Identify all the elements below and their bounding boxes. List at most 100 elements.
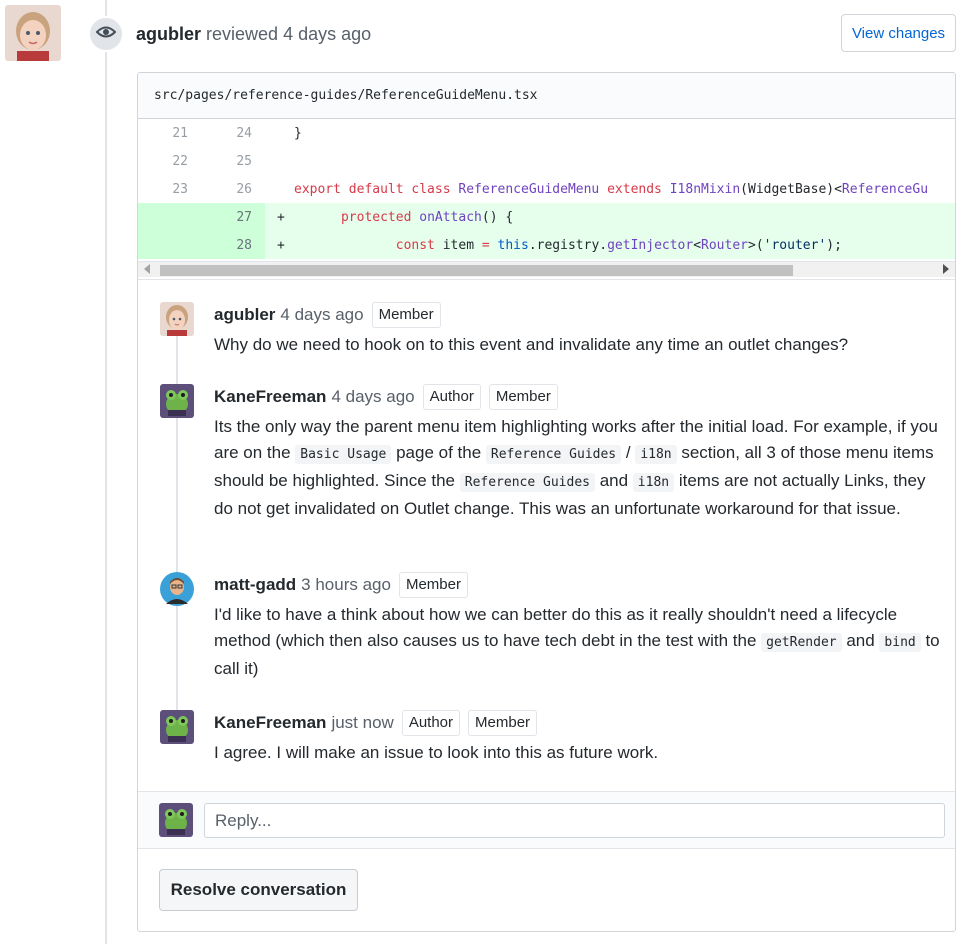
- code-token: <: [693, 237, 702, 253]
- diff-line: 21 24}: [138, 119, 955, 147]
- role-badge: Author: [401, 710, 461, 736]
- inline-code: bind: [879, 633, 921, 652]
- current-user-avatar: [159, 803, 193, 837]
- code-token: onAttach: [419, 209, 482, 225]
- code-token: () {: [481, 209, 514, 225]
- code-token: this: [497, 237, 529, 253]
- comment-header: KaneFreeman just now Author Member: [214, 710, 538, 736]
- role-badge: Author: [422, 384, 481, 410]
- comment-author[interactable]: KaneFreeman: [214, 713, 326, 733]
- comment-body: Why do we need to hook on to this event …: [214, 332, 940, 358]
- comment-text: /: [621, 443, 636, 462]
- comment-text: and: [594, 471, 633, 490]
- inline-code: Basic Usage: [295, 445, 392, 464]
- role-badge: Member: [398, 572, 468, 598]
- new-line-number[interactable]: 28: [202, 238, 252, 253]
- old-line-number[interactable]: 22: [138, 154, 188, 169]
- comment-body: I'd like to have a think about how we ca…: [214, 602, 940, 682]
- role-badge: Member: [468, 710, 538, 736]
- review-time[interactable]: 4 days ago: [283, 24, 371, 44]
- diff-rows: 21 24} 22 25 23 26 export default class Refere…: [138, 119, 955, 259]
- code-token: }: [294, 125, 302, 141]
- role-badge: Member: [371, 302, 441, 328]
- view-changes-button[interactable]: View changes: [841, 14, 956, 52]
- new-line-number[interactable]: 25: [202, 154, 252, 169]
- code-token: export default class: [294, 181, 459, 197]
- new-line-number[interactable]: 24: [202, 126, 252, 141]
- scrollbar-thumb[interactable]: [160, 265, 793, 276]
- comment-time[interactable]: 4 days ago: [331, 387, 414, 407]
- scroll-right-icon[interactable]: [943, 264, 949, 274]
- comment-header: matt-gadd 3 hours ago Member: [214, 572, 468, 598]
- new-line-number[interactable]: 27: [202, 210, 252, 225]
- comment-text: page of the: [391, 443, 486, 462]
- file-header: src/pages/reference-guides/ReferenceGuid…: [138, 73, 955, 119]
- diff-marker: +: [277, 237, 285, 253]
- diff-line: 23 26 export default class ReferenceGuideM…: [138, 175, 955, 203]
- resolve-conversation-button[interactable]: Resolve conversation: [159, 869, 358, 911]
- old-line-number[interactable]: 23: [138, 182, 188, 197]
- review-action: reviewed: [206, 24, 279, 44]
- code-token: ReferenceGu: [841, 181, 929, 197]
- comment-header: agubler 4 days ago Member: [214, 302, 441, 328]
- comment-text: I agree. I will make an issue to look in…: [214, 743, 659, 762]
- comment-avatar[interactable]: [160, 302, 194, 336]
- code-token: protected: [340, 209, 420, 225]
- comment-list: agubler 4 days ago Member Why do we need to…: [138, 279, 955, 793]
- code-token: Router: [701, 237, 748, 253]
- new-line-number[interactable]: 26: [202, 182, 252, 197]
- review-thread: src/pages/reference-guides/ReferenceGuid…: [137, 72, 956, 932]
- comment-text: and: [841, 631, 880, 650]
- code-token: getInjector: [607, 237, 694, 253]
- code-token: item: [442, 237, 482, 253]
- comment-avatar[interactable]: [160, 384, 194, 418]
- code-token: const: [395, 237, 443, 253]
- inline-code: i18n: [635, 445, 677, 464]
- review-author[interactable]: agubler: [136, 24, 201, 44]
- comment-text: Why do we need to hook on to this event …: [214, 335, 849, 354]
- code-text: export default class ReferenceGuideMenu …: [294, 182, 928, 197]
- code-token: (WidgetBase)<: [740, 181, 842, 197]
- comment-header: KaneFreeman 4 days ago Author Member: [214, 384, 558, 410]
- code-text: }: [294, 126, 302, 141]
- inline-code: i18n: [632, 473, 675, 492]
- comment-avatar[interactable]: [160, 710, 194, 744]
- inline-code: getRender: [761, 633, 842, 652]
- comment-body: I agree. I will make an issue to look in…: [214, 740, 940, 766]
- comment-avatar[interactable]: [160, 572, 194, 606]
- inline-code: Reference Guides: [485, 445, 622, 464]
- diff-line-added: 27 + protected onAttach() {: [138, 203, 955, 231]
- comment-thread-line: [176, 320, 178, 740]
- code-token: ReferenceGuideMenu: [458, 181, 600, 197]
- inline-code: Reference Guides: [459, 473, 595, 492]
- diff-line-added: 28 + const item = this.registry.getInject…: [138, 231, 955, 259]
- code-token: >(: [748, 237, 764, 253]
- horizontal-scrollbar[interactable]: [138, 261, 955, 277]
- code-text: protected onAttach() {: [294, 210, 513, 225]
- diff-marker: +: [277, 209, 285, 225]
- timeline-line: [105, 0, 107, 944]
- old-line-number[interactable]: 21: [138, 126, 188, 141]
- code-token: 'router': [763, 237, 827, 253]
- scroll-left-icon[interactable]: [144, 264, 150, 274]
- file-path[interactable]: src/pages/reference-guides/ReferenceGuid…: [154, 88, 538, 103]
- comment-body: Its the only way the parent menu item hi…: [214, 414, 940, 522]
- reviewer-avatar[interactable]: [5, 5, 61, 61]
- comment-author[interactable]: KaneFreeman: [214, 387, 326, 407]
- reply-input[interactable]: [204, 803, 945, 838]
- code-token: .registry.: [528, 237, 608, 253]
- code-token: =: [481, 237, 498, 253]
- comment-time[interactable]: 4 days ago: [280, 305, 363, 325]
- diff-view: 21 24} 22 25 23 26 export default class Refere…: [138, 119, 955, 279]
- role-badge: Member: [488, 384, 558, 410]
- comment-author[interactable]: matt-gadd: [214, 575, 296, 595]
- review-badge: [88, 16, 124, 52]
- review-header: agubler reviewed 4 days ago: [136, 24, 371, 45]
- code-text: const item = this.registry.getInjector<R…: [294, 238, 842, 253]
- comment-author[interactable]: agubler: [214, 305, 275, 325]
- comment-time[interactable]: just now: [331, 713, 393, 733]
- reply-bar: [138, 791, 955, 849]
- comment-time[interactable]: 3 hours ago: [301, 575, 391, 595]
